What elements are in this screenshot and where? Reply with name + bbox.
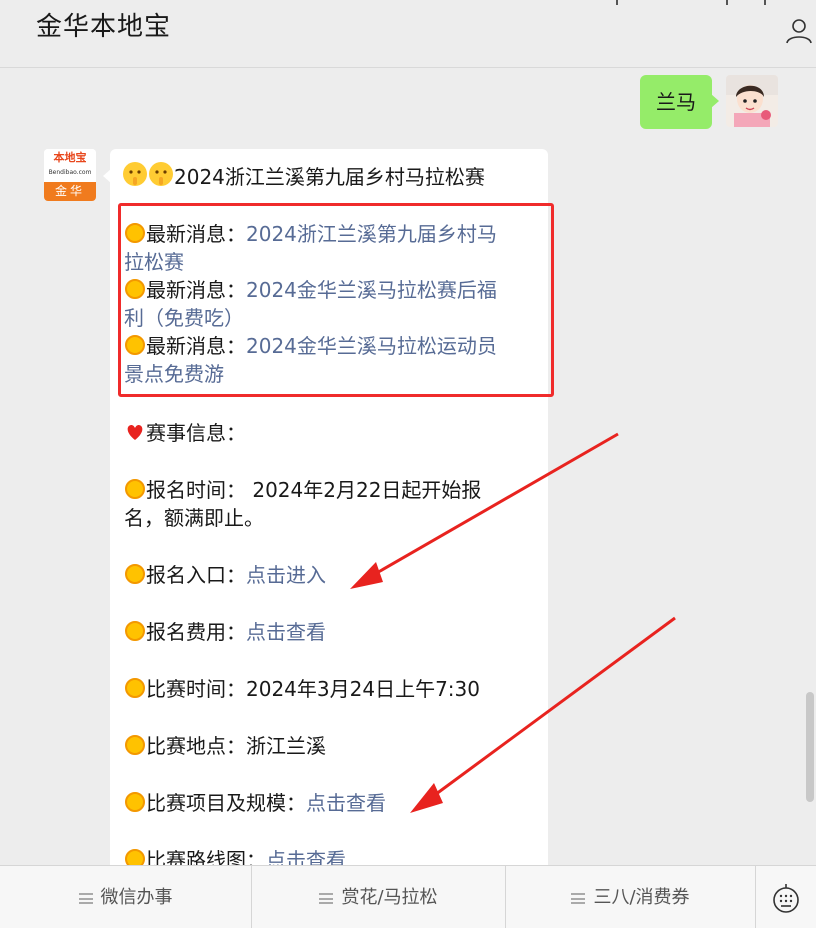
sun-emoji-icon — [125, 223, 145, 243]
shush-emoji-icon — [123, 162, 147, 186]
race-place-line: 比赛地点：浙江兰溪 — [124, 732, 326, 760]
sun-emoji-icon — [125, 564, 145, 584]
news-item-3: 最新消息：2024金华兰溪马拉松运动员 — [124, 332, 497, 360]
news-link-1[interactable]: 2024浙江兰溪第九届乡村马 — [246, 222, 497, 246]
route-line: 比赛路线图：点击查看 — [124, 846, 346, 865]
reg-time-line: 报名时间： 2024年2月22日起开始报 — [124, 476, 481, 504]
header-cutoff-marks — [616, 0, 776, 6]
bot-logo-sub: Bendibao.com — [48, 169, 92, 176]
event-info-label: 赛事信息： — [146, 421, 246, 445]
menu-icon — [319, 893, 334, 904]
news-item-1-cont: 拉松赛 — [124, 248, 184, 276]
reg-fee-line: 报名费用：点击查看 — [124, 618, 326, 646]
page-title: 金华本地宝 — [36, 12, 172, 42]
user-message-bubble[interactable]: 兰马 — [640, 75, 719, 129]
keyboard-icon[interactable] — [756, 866, 816, 928]
news-label: 最新消息： — [146, 222, 246, 246]
bot-title-line: 2024浙江兰溪第九届乡村马拉松赛 — [122, 161, 485, 191]
race-items-line: 比赛项目及规模：点击查看 — [124, 789, 386, 817]
reg-fee-link[interactable]: 点击查看 — [246, 620, 326, 644]
race-items-link[interactable]: 点击查看 — [306, 791, 386, 815]
race-time-value: 2024年3月24日上午7:30 — [246, 677, 480, 701]
sun-emoji-icon — [125, 621, 145, 641]
bot-message-bubble: 2024浙江兰溪第九届乡村马拉松赛 最新消息：2024浙江兰溪第九届乡村马 拉松… — [103, 149, 554, 865]
race-time-line: 比赛时间：2024年3月24日上午7:30 — [124, 675, 480, 703]
reg-entry-link[interactable]: 点击进入 — [246, 563, 326, 587]
race-items-label: 比赛项目及规模： — [146, 791, 306, 815]
reg-fee-label: 报名费用： — [146, 620, 246, 644]
menu-item-label: 赏花/马拉松 — [341, 887, 438, 908]
news-label: 最新消息： — [146, 334, 246, 358]
sun-emoji-icon — [125, 479, 145, 499]
news-item-2: 最新消息：2024金华兰溪马拉松赛后福 — [124, 276, 497, 304]
sun-emoji-icon — [125, 849, 145, 865]
shush-emoji-icon — [149, 162, 173, 186]
news-link-2-cont[interactable]: 利（免费吃） — [124, 306, 244, 330]
reg-time-line-cont: 名，额满即止。 — [124, 504, 264, 532]
menu-item-label: 三八/消费券 — [593, 887, 690, 908]
route-label: 比赛路线图： — [146, 848, 266, 865]
bot-avatar[interactable]: 本地宝 Bendibao.com 金华 — [44, 149, 96, 201]
bot-logo-city: 金华 — [44, 182, 96, 201]
user-avatar[interactable] — [726, 75, 778, 127]
route-link[interactable]: 点击查看 — [266, 848, 346, 865]
chat-header: 金华本地宝 — [0, 0, 816, 68]
menu-item-flowers-marathon[interactable]: 赏花/马拉松 — [252, 866, 506, 928]
reg-entry-line: 报名入口：点击进入 — [124, 561, 326, 589]
news-link-3-cont[interactable]: 景点免费游 — [124, 362, 224, 386]
news-link-2[interactable]: 2024金华兰溪马拉松赛后福 — [246, 278, 497, 302]
race-place-value: 浙江兰溪 — [246, 734, 326, 758]
sun-emoji-icon — [125, 678, 145, 698]
menu-icon — [571, 893, 586, 904]
chat-area[interactable]: 兰马 本地宝 Bendibao.com 金华 2024浙江兰溪第九届乡村马拉松赛… — [0, 69, 816, 865]
menu-item-wechat-services[interactable]: 微信办事 — [0, 866, 252, 928]
sun-emoji-icon — [125, 735, 145, 755]
news-item-3-cont: 景点免费游 — [124, 360, 224, 388]
race-place-label: 比赛地点： — [146, 734, 246, 758]
sun-emoji-icon — [125, 279, 145, 299]
news-link-3[interactable]: 2024金华兰溪马拉松运动员 — [246, 334, 497, 358]
reg-time-value: 2024年2月22日起开始报 — [246, 478, 482, 502]
news-item-2-cont: 利（免费吃） — [124, 304, 244, 332]
chat-scrollbar[interactable] — [806, 692, 814, 802]
reg-entry-label: 报名入口： — [146, 563, 246, 587]
heart-emoji-icon — [127, 425, 143, 440]
reg-time-value-cont: 名，额满即止。 — [124, 506, 264, 530]
menu-item-coupons[interactable]: 三八/消费券 — [506, 866, 756, 928]
event-info-heading: 赛事信息： — [124, 419, 246, 447]
race-time-label: 比赛时间： — [146, 677, 246, 701]
news-link-1-cont[interactable]: 拉松赛 — [124, 250, 184, 274]
news-label: 最新消息： — [146, 278, 246, 302]
menu-icon — [78, 893, 93, 904]
sun-emoji-icon — [125, 335, 145, 355]
news-item-1: 最新消息：2024浙江兰溪第九届乡村马 — [124, 220, 497, 248]
bottom-menu-bar: 微信办事 赏花/马拉松 三八/消费券 — [0, 865, 816, 928]
sun-emoji-icon — [125, 792, 145, 812]
bot-title: 2024浙江兰溪第九届乡村马拉松赛 — [174, 165, 485, 189]
profile-icon[interactable] — [784, 16, 814, 46]
menu-item-label: 微信办事 — [100, 887, 173, 908]
reg-time-label: 报名时间： — [146, 478, 246, 502]
